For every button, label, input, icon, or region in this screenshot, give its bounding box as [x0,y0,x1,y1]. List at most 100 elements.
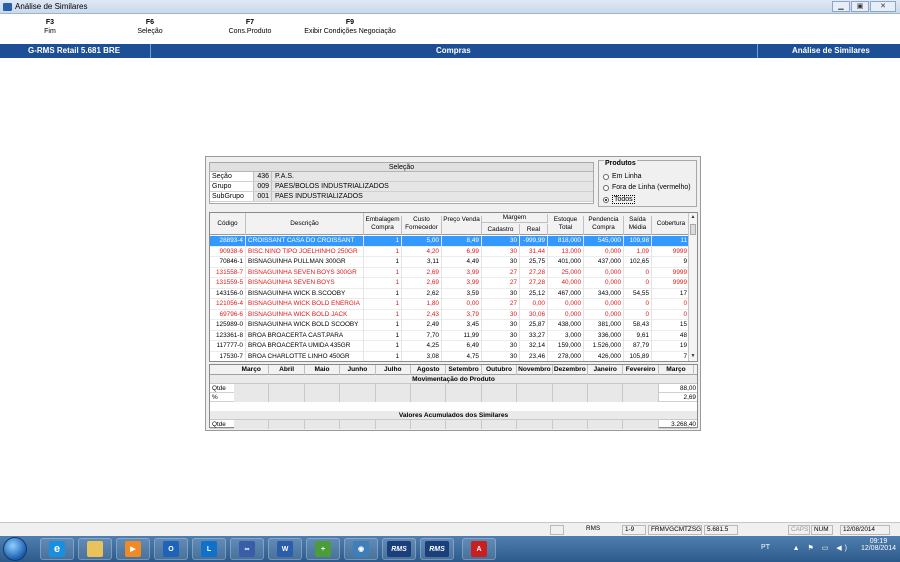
scroll-thumb[interactable] [690,224,696,235]
month-cell [623,393,659,402]
fkey-key: F3 [45,19,55,26]
lync-icon[interactable]: L [192,538,226,560]
ie-icon[interactable]: e [40,538,74,560]
close-button[interactable]: ✕ [870,1,896,12]
fkey-selecao[interactable]: F6 Seleção [130,19,170,35]
col-pendencia[interactable]: Pendencia Compra [584,216,624,235]
acrobat-icon[interactable]: A [462,538,496,560]
media-player-icon[interactable]: ▶ [116,538,150,560]
word-icon[interactable]: W [268,538,302,560]
col-descricao[interactable]: Descrição [246,213,364,235]
language-indicator[interactable]: PT [761,544,770,551]
grid-scrollbar[interactable]: ▲ ▼ [688,213,697,361]
radio-fora-de-linha[interactable]: Fora de Linha (vermelho) [603,184,691,191]
month-header: Julho [376,365,411,375]
months-header: Março Abril Maio Junho Julho Agosto Setembro Ou… [210,365,697,375]
table-row[interactable]: 69796-6 BISNAGUINHA WICK BOLD JACK 1 2,43 3,… [210,309,690,320]
fkey-exibir-condicoes[interactable]: F9 Exibir Condições Negociação [298,19,402,35]
remote-icon[interactable]: ◉ [344,538,378,560]
acumulados-qtde-row: Qtde 3.268,40 [210,420,697,429]
movimentacao-title: Movimentação do Produto [210,375,697,384]
col-preco[interactable]: Preço Venda [442,216,482,235]
month-cell [375,384,411,393]
cell-margem-real: 32,14 [520,341,548,352]
table-row[interactable]: 117777-0 BROA BROACERTA UMIDA 435GR 1 4,25 6… [210,341,690,352]
start-button[interactable] [3,537,27,561]
cell-saida: 1,09 [624,246,652,257]
tool-icon[interactable]: + [306,538,340,560]
outlook-icon[interactable]: O [154,538,188,560]
module-banner: G-RMS Retail 5.681 BRE Compras Análise d… [0,44,900,58]
cell-embalagem: 1 [364,257,402,268]
table-row[interactable]: 121056-4 BISNAGUINHA WICK BOLD ENERGIA 1 1,… [210,299,690,310]
cell-margem-cadastro: 30 [482,320,520,331]
cell-custo: 2,69 [402,267,442,278]
month-cell [375,393,411,402]
table-row[interactable]: 123361-8 BROA BROACERTA CAST.PARA 1 7,70 11,… [210,330,690,341]
cell-margem-real: 30,06 [520,309,548,320]
table-row[interactable]: 90938-6 BISC.NINO TIPO JOELHINHO 250GR 1 4,… [210,246,690,257]
month-cell [340,393,376,402]
col-saida[interactable]: Saída Média [624,216,652,235]
cell-margem-cadastro: 27 [482,267,520,278]
row-total: 88,00 [680,385,696,392]
ceoc-icon[interactable]: ∞ [230,538,264,560]
fkey-fim[interactable]: F3 Fim [30,19,70,35]
month-header: Setembro [446,365,482,375]
cell-margem-cadastro: 30 [482,341,520,352]
produtos-legend: Produtos [604,160,637,167]
col-estoque[interactable]: Estoque Total [548,216,584,235]
table-row[interactable]: 131559-5 BISNAGUINHA SEVEN BOYS 1 2,69 3,99 2… [210,278,690,289]
clock-date: 12/08/2014 [860,545,896,552]
cell-preco: 3,45 [442,320,482,331]
cell-codigo: 90938-6 [210,246,246,257]
col-embalagem[interactable]: Embalagem Compra [364,216,402,235]
scroll-down-icon[interactable]: ▼ [689,352,697,361]
col-margem-cadastro[interactable]: Cadastro [482,224,520,235]
col-margem-real[interactable]: Real [520,224,548,235]
cell-preco: 11,99 [442,330,482,341]
col-custo[interactable]: Custo Fornecedor [402,216,442,235]
explorer-icon[interactable] [78,538,112,560]
table-row[interactable]: 125989-0 BISNAGUINHA WICK BOLD SCOOBY 1 2,4… [210,320,690,331]
col-codigo[interactable]: Código [210,213,246,235]
radio-todos[interactable]: Todos [603,195,635,204]
table-row[interactable]: 17530-7 BROA CHARLOTTE LINHO 450GR 1 3,08 4,… [210,351,690,361]
month-cell [552,393,588,402]
month-header: Abril [269,365,305,375]
cell-codigo: 143156-0 [210,288,246,299]
function-key-bar: F3 Fim F6 Seleção F7 Cons.Produto F9 Exi… [0,14,900,44]
minimize-button[interactable]: ▁ [832,1,850,12]
clock[interactable]: 09:19 12/08/2014 [861,538,896,552]
cell-pendencia: 0,000 [584,299,624,310]
month-cell [552,384,588,393]
tray-icons[interactable]: ▲ ⚑ ▭ ◀) [793,544,850,552]
cell-preco: 3,59 [442,288,482,299]
fkey-cons-produto[interactable]: F7 Cons.Produto [220,19,280,35]
cell-codigo: 125989-0 [210,320,246,331]
cell-cobertura: 9 [652,257,690,268]
table-row[interactable]: 70846-1 BISNAGUINHA PULLMAN 300GR 1 3,11 4,4… [210,257,690,268]
cell-descricao: BISNAGUINHA WICK BOLD SCOOBY [246,320,364,331]
cell-cobertura: 0 [652,309,690,320]
table-row[interactable]: 131558-7 BISNAGUINHA SEVEN BOYS 300GR 1 2,6… [210,267,690,278]
radio-em-linha[interactable]: Em Linha [603,173,642,180]
fkey-label: Seleção [137,28,163,35]
fkey-key: F6 [145,19,155,26]
cell-estoque: 13,000 [548,246,584,257]
restore-button[interactable]: ▣ [851,1,869,12]
similares-grid[interactable]: Código Descrição Embalagem Compra Custo … [209,212,698,362]
cell-cobertura: 9999 [652,246,690,257]
rms-icon-2[interactable]: RMS [420,538,454,560]
scroll-up-icon[interactable]: ▲ [689,213,697,222]
similares-panel: Seleção Seção 436 P.A.S. Grupo 009 PAES/… [205,156,701,431]
table-row[interactable]: 28893-4 CROISSANT CASA DO CROISSANT 1 5,00 8… [210,236,690,247]
col-cobertura[interactable]: Cobertura [652,213,690,235]
table-row[interactable]: 143156-0 BISNAGUINHA WICK B.SCOOBY 1 2,62 3,… [210,288,690,299]
rms-icon[interactable]: RMS [382,538,416,560]
cell-saida: 109,98 [624,236,652,247]
grid-header: Código Descrição Embalagem Compra Custo … [210,213,690,235]
selecao-label: Seção [210,172,254,181]
month-cell [411,393,447,402]
cell-descricao: BISC.NINO TIPO JOELHINHO 250GR [246,246,364,257]
